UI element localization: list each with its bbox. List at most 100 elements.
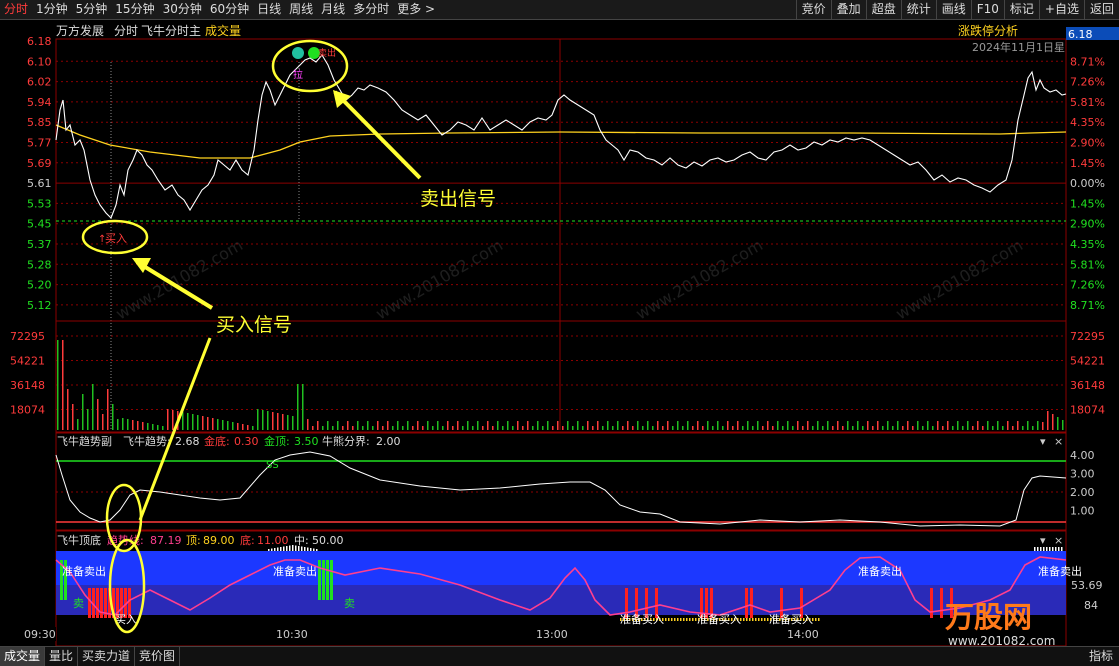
price-tick-right: 0.00% (1070, 177, 1105, 190)
bottom-dot (746, 618, 748, 621)
volume-bar (127, 419, 129, 430)
price-tick-left: 5.12 (27, 299, 52, 312)
volume-bar (832, 426, 834, 430)
volume-bar (147, 423, 149, 430)
top-bump (280, 547, 282, 551)
volume-tick-right: 54221 (1070, 355, 1105, 368)
volume-bar (717, 421, 719, 430)
watermark-text-1: www.201082.com (113, 235, 247, 323)
volume-bar (87, 409, 89, 430)
volume-bar (697, 421, 699, 430)
top-bump (310, 548, 312, 551)
price-tick-right: 4.35% (1070, 238, 1105, 251)
volume-bar (237, 423, 239, 430)
volume-bar (592, 426, 594, 430)
time-label-1300: 13:00 (536, 628, 568, 641)
tab-auction-chart[interactable]: 竞价图 (135, 647, 181, 666)
price-tick-left: 5.45 (27, 218, 52, 231)
bottom-dot (674, 618, 676, 621)
volume-bar (352, 426, 354, 430)
volume-bar (137, 421, 139, 430)
volume-bar (927, 421, 929, 430)
volume-bar (77, 419, 79, 430)
collapse-icon[interactable]: ▾ (1040, 534, 1046, 547)
price-line[interactable] (55, 54, 1067, 219)
signal-bar-red (940, 588, 943, 618)
volume-bar (732, 426, 734, 430)
volume-bar (387, 421, 389, 430)
watermark: www.201082.com www.201082.com www.201082… (113, 235, 1027, 323)
volume-bar (502, 426, 504, 430)
volume-bar (772, 426, 774, 430)
bottom-dot (665, 618, 667, 621)
volume-bar (287, 415, 289, 430)
chart-canvas[interactable]: www.201082.com www.201082.com www.201082… (0, 0, 1119, 665)
volume-bar (957, 421, 959, 430)
volume-bar (607, 421, 609, 430)
collapse-icon[interactable]: ▾ (1040, 435, 1046, 448)
tab-volume[interactable]: 成交量 (0, 647, 46, 666)
price-tick-right: 2.90% (1070, 137, 1105, 150)
trend-panel-title[interactable]: 飞牛趋势副 (57, 434, 112, 448)
volume-bar (912, 426, 914, 430)
volume-bar (302, 384, 304, 430)
volume-bar (992, 426, 994, 430)
volume-tick-right: 18074 (1070, 404, 1105, 417)
volume-bar (867, 421, 869, 430)
volume-bar (552, 426, 554, 430)
price-tick-left: 5.77 (27, 137, 52, 150)
volume-bar (812, 426, 814, 430)
volume-bar (652, 426, 654, 430)
sell-mark-2: 卖 (344, 597, 355, 610)
volume-bar (622, 426, 624, 430)
volume-bar (1012, 426, 1014, 430)
volume-bar (852, 426, 854, 430)
date-label: 2024年11月1日星 (972, 40, 1065, 54)
gold-bottom-value: 0.30 (234, 435, 259, 448)
price-tick-right: 8.71% (1070, 55, 1105, 68)
volume-bar (122, 418, 124, 430)
sell-mark-1: 卖 (73, 597, 84, 610)
volume-bar (692, 426, 694, 430)
volume-bar (582, 426, 584, 430)
topbottom-panel-title[interactable]: 飞牛顶底 (57, 533, 101, 547)
tab-volume-ratio[interactable]: 量比 (45, 647, 79, 666)
price-tick-left: 5.20 (27, 279, 52, 292)
bottom-dot (815, 618, 817, 621)
bottom-dot (677, 618, 679, 621)
volume-tick-left: 18074 (10, 404, 45, 417)
tab-buy-sell-force[interactable]: 买卖力道 (78, 647, 136, 666)
bottom-dot (761, 618, 763, 621)
close-icon[interactable]: × (1054, 534, 1063, 547)
bull-label: 牛熊分界: (322, 434, 370, 448)
volume-bar (467, 421, 469, 430)
time-label-1030: 10:30 (276, 628, 308, 641)
volume-bar (642, 426, 644, 430)
volume-bar (747, 421, 749, 430)
volume-bar (1042, 422, 1044, 430)
volume-bar (827, 421, 829, 430)
indicator-button[interactable]: 指标 (1083, 647, 1119, 666)
volume-bar (722, 426, 724, 430)
volume-bar (252, 426, 254, 430)
volume-bar (877, 421, 879, 430)
trend-panel-controls[interactable]: ▾ × (1040, 435, 1063, 448)
price-tick-right: 4.35% (1070, 116, 1105, 129)
volume-bar (872, 426, 874, 430)
price-tick-left: 5.53 (27, 197, 52, 210)
volume-bar (862, 426, 864, 430)
top-bump (1043, 547, 1045, 551)
trend-axis: 4.00 3.00 2.00 1.00 (1070, 449, 1095, 518)
volume-bar (997, 421, 999, 430)
volume-bar (892, 426, 894, 430)
volume-bar (1017, 421, 1019, 430)
volume-bar (217, 419, 219, 430)
volume-bar (677, 421, 679, 430)
volume-bar (432, 426, 434, 430)
volume-bar (937, 421, 939, 430)
tb-mid-value: 50.00 (312, 534, 344, 547)
volume-bar (372, 426, 374, 430)
close-icon[interactable]: × (1054, 435, 1063, 448)
volume-bar (327, 421, 329, 430)
volume-bar (1052, 414, 1054, 430)
